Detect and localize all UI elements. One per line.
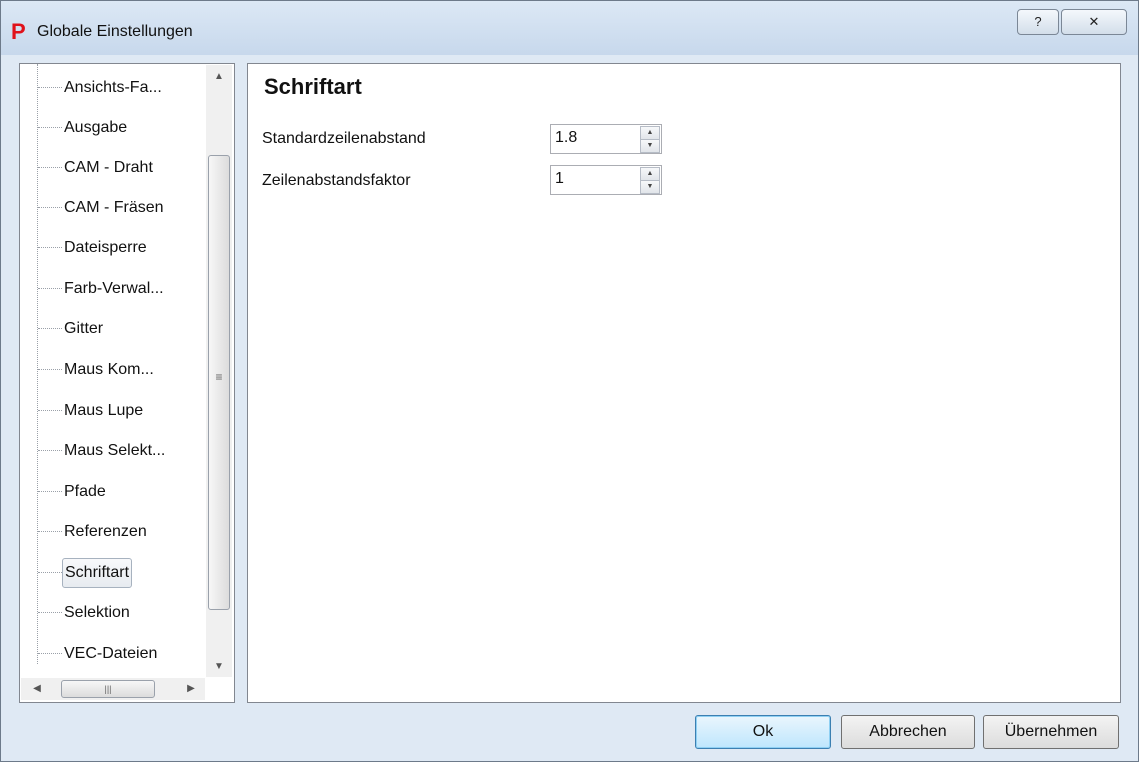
scroll-right-arrow-icon[interactable]: ▶ (181, 678, 201, 700)
settings-dialog: P Globale Einstellungen ? ✕ Ansichts-Fa.… (0, 0, 1139, 762)
tree-horizontal-scrollbar[interactable]: ◀ ||| ▶ (21, 678, 205, 700)
help-button[interactable]: ? (1017, 9, 1059, 35)
close-button[interactable]: ✕ (1061, 9, 1127, 35)
tree-branch (38, 531, 62, 533)
apply-button[interactable]: Übernehmen (983, 715, 1119, 749)
tree-item-label: Maus Selekt... (64, 442, 166, 459)
section-title: Schriftart (264, 74, 362, 99)
scroll-down-arrow-icon[interactable]: ▼ (206, 657, 232, 677)
line-spacing-factor-value[interactable]: 1 (555, 170, 564, 188)
stepper-down-icon[interactable]: ▼ (640, 139, 660, 153)
ok-button[interactable]: Ok (695, 715, 831, 749)
stepper-buttons: ▲ ▼ (640, 126, 660, 153)
line-spacing-factor-label: Zeilenabstandsfaktor (262, 172, 411, 189)
tree-branch (38, 612, 62, 614)
tree-item-label: VEC-Dateien (64, 645, 158, 662)
tree-item-vec-dateien[interactable]: VEC-Dateien (20, 639, 159, 669)
default-line-spacing-value[interactable]: 1.8 (555, 129, 577, 147)
tree-item-ausgabe[interactable]: Ausgabe (20, 113, 129, 143)
tree-item-maus-selektion[interactable]: Maus Selekt... (20, 436, 167, 466)
stepper-up-icon[interactable]: ▲ (640, 126, 660, 140)
tree-item-label: Ausgabe (64, 119, 128, 136)
close-icon: ✕ (1088, 14, 1100, 29)
scroll-up-arrow-icon[interactable]: ▲ (206, 67, 232, 87)
tree-branch (38, 247, 62, 249)
tree-item-cam-fraesen[interactable]: CAM - Fräsen (20, 193, 166, 223)
tree-branch (38, 410, 62, 412)
tree-item-label: CAM - Draht (64, 159, 153, 176)
tree-branch (38, 450, 62, 452)
stepper-buttons: ▲ ▼ (640, 167, 660, 194)
tree-item-maus-kommandos[interactable]: Maus Kom... (20, 355, 156, 385)
title-bar[interactable]: P Globale Einstellungen ? ✕ (1, 1, 1138, 55)
tree-item-gitter[interactable]: Gitter (20, 314, 105, 344)
tree-branch (38, 369, 62, 371)
tree-item-farb-verwaltung[interactable]: Farb-Verwal... (20, 274, 166, 304)
window-title: Globale Einstellungen (37, 23, 193, 40)
tree-item-dateisperre[interactable]: Dateisperre (20, 233, 149, 263)
tree-item-label: Maus Lupe (64, 402, 144, 419)
tree-item-label-selected: Schriftart (62, 558, 133, 588)
tree-item-referenzen[interactable]: Referenzen (20, 517, 149, 547)
tree-branch (38, 288, 62, 290)
tree-item-schriftart[interactable]: Schriftart (20, 558, 133, 588)
vertical-scroll-thumb[interactable]: ≡ (208, 155, 230, 610)
scroll-grip-icon: ≡ (215, 370, 223, 384)
tree-item-maus-lupe[interactable]: Maus Lupe (20, 396, 145, 426)
default-line-spacing-stepper[interactable]: 1.8 ▲ ▼ (550, 124, 662, 154)
tree-branch (38, 491, 62, 493)
scroll-left-arrow-icon[interactable]: ◀ (27, 678, 47, 700)
tree-item-cam-draht[interactable]: CAM - Draht (20, 153, 155, 183)
tree-branch (38, 167, 62, 169)
horizontal-scroll-thumb[interactable]: ||| (61, 680, 155, 698)
settings-content-panel: Schriftart Standardzeilenabstand 1.8 ▲ ▼… (247, 63, 1121, 703)
default-line-spacing-label: Standardzeilenabstand (262, 130, 426, 147)
tree-item-label: Farb-Verwal... (64, 280, 164, 297)
tree-branch (38, 572, 62, 574)
tree-item-label: Pfade (64, 483, 106, 500)
tree-item-label: Ansichts-Fa... (64, 79, 162, 96)
tree-vertical-scrollbar[interactable]: ▲ ≡ ▼ (206, 65, 232, 677)
help-icon: ? (1034, 14, 1042, 29)
tree-item-label: Gitter (64, 320, 104, 337)
tree-item-label: Maus Kom... (64, 361, 154, 378)
settings-tree[interactable]: Ansichts-Fa... Ausgabe CAM - Draht CAM -… (19, 63, 235, 703)
tree-item-label: Dateisperre (64, 239, 147, 256)
stepper-down-icon[interactable]: ▼ (640, 180, 660, 194)
tree-branch (38, 87, 62, 89)
tree-branch (38, 653, 62, 655)
line-spacing-factor-stepper[interactable]: 1 ▲ ▼ (550, 165, 662, 195)
tree-branch (38, 127, 62, 129)
tree-item-selektion[interactable]: Selektion (20, 598, 132, 628)
app-logo-icon: P (11, 19, 26, 44)
tree-branch (38, 207, 62, 209)
tree-item-ansichts-farben[interactable]: Ansichts-Fa... (20, 73, 164, 103)
tree-item-label: Referenzen (64, 523, 147, 540)
stepper-up-icon[interactable]: ▲ (640, 167, 660, 181)
tree-item-label: Selektion (64, 604, 130, 621)
tree-item-label: CAM - Fräsen (64, 199, 164, 216)
cancel-button[interactable]: Abbrechen (841, 715, 975, 749)
tree-item-pfade[interactable]: Pfade (20, 477, 108, 507)
tree-branch (38, 328, 62, 330)
